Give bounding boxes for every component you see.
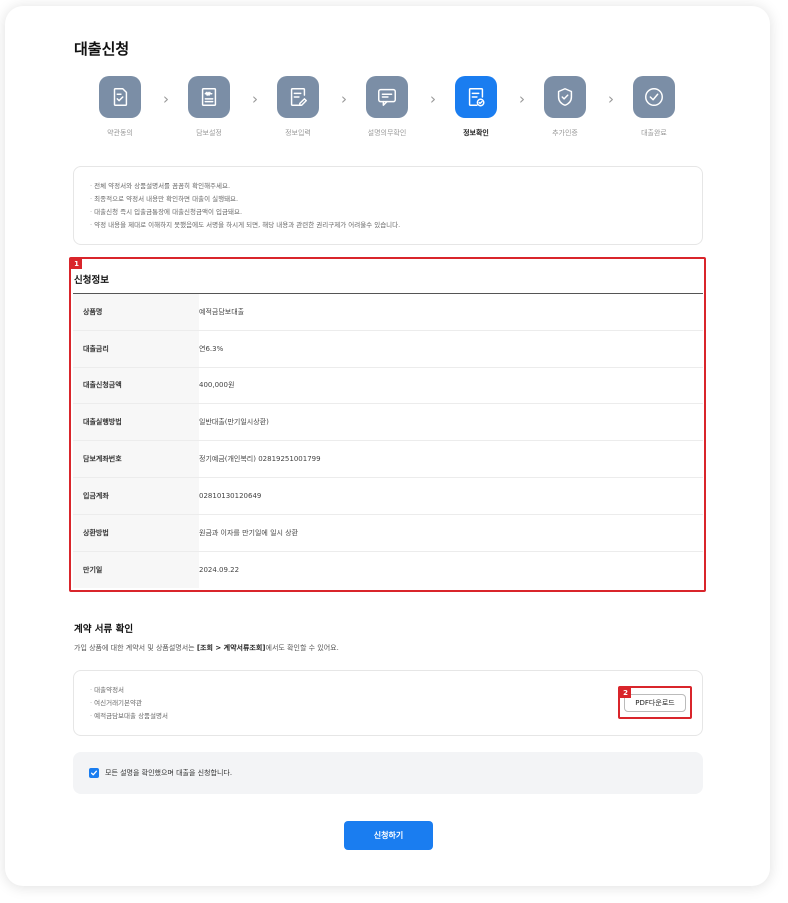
circle-check-icon bbox=[633, 76, 675, 118]
progress-steps: 약관동의 › 담보설정 › 정보입력 › 설명의무확인 › 정보확인 › 추가인… bbox=[80, 76, 694, 140]
docs-desc-path: [조회 > 계약서류조회] bbox=[196, 644, 266, 652]
step-collateral: 담보설정 bbox=[169, 76, 249, 138]
agree-checkbox[interactable] bbox=[89, 768, 99, 778]
highlight-tag: 2 bbox=[620, 687, 631, 698]
step-confirm: 정보확인 bbox=[436, 76, 516, 138]
document-edit-icon bbox=[277, 76, 319, 118]
check-icon bbox=[90, 770, 98, 776]
doc-item: 예적금담보대출 상품설명서 bbox=[90, 710, 686, 723]
shield-check-icon bbox=[544, 76, 586, 118]
step-label: 설명의무확인 bbox=[367, 129, 407, 137]
notice-item: 전체 약정서와 상품설명서를 꼼꼼히 확인해주세요. bbox=[90, 180, 686, 193]
step-label: 대출완료 bbox=[641, 129, 667, 137]
agree-label[interactable]: 모든 설명을 확인했으며 대출을 신청합니다. bbox=[105, 768, 232, 778]
notice-item: 최종적으로 약정서 내용만 확인하면 대출이 실행돼요. bbox=[90, 193, 686, 206]
docs-desc-text: 가입 상품에 대한 계약서 및 상품설명서는 bbox=[74, 644, 197, 652]
doc-item: 여신거래기본약관 bbox=[90, 697, 686, 710]
step-complete: 대출완료 bbox=[614, 76, 694, 138]
document-check-icon bbox=[99, 76, 141, 118]
step-label: 약관동의 bbox=[107, 129, 133, 137]
submit-button[interactable]: 신청하기 bbox=[344, 821, 433, 850]
notice-box: 전체 약정서와 상품설명서를 꼼꼼히 확인해주세요. 최종적으로 약정서 내용만… bbox=[73, 166, 703, 245]
step-label: 담보설정 bbox=[196, 129, 222, 137]
message-icon bbox=[366, 76, 408, 118]
step-label: 정보입력 bbox=[285, 129, 311, 137]
step-terms: 약관동의 bbox=[80, 76, 160, 138]
highlight-box bbox=[69, 257, 706, 592]
docs-description: 가입 상품에 대한 계약서 및 상품설명서는 [조회 > 계약서류조회]에서도 … bbox=[74, 643, 339, 653]
document-verify-icon bbox=[455, 76, 497, 118]
docs-desc-text: 에서도 확인할 수 있어요. bbox=[265, 644, 339, 652]
page-title: 대출신청 bbox=[74, 40, 130, 58]
notice-item: 대출신청 즉시 입출금통장에 대출신청금액이 입금돼요. bbox=[90, 206, 686, 219]
docs-box: 대출약정서 여신거래기본약관 예적금담보대출 상품설명서 bbox=[73, 670, 703, 736]
step-explanation: 설명의무확인 bbox=[347, 76, 427, 138]
docs-section-title: 계약 서류 확인 bbox=[74, 624, 134, 635]
won-document-icon bbox=[188, 76, 230, 118]
doc-item: 대출약정서 bbox=[90, 684, 686, 697]
step-label: 추가인증 bbox=[552, 129, 578, 137]
step-auth: 추가인증 bbox=[525, 76, 605, 138]
notice-item: 약정 내용을 제대로 이해하지 못했음에도 서명을 하시게 되면, 해당 내용과… bbox=[90, 219, 686, 232]
agree-panel: 모든 설명을 확인했으며 대출을 신청합니다. bbox=[73, 752, 703, 794]
step-input: 정보입력 bbox=[258, 76, 338, 138]
step-label: 정보확인 bbox=[463, 129, 489, 137]
highlight-tag: 1 bbox=[71, 258, 82, 269]
